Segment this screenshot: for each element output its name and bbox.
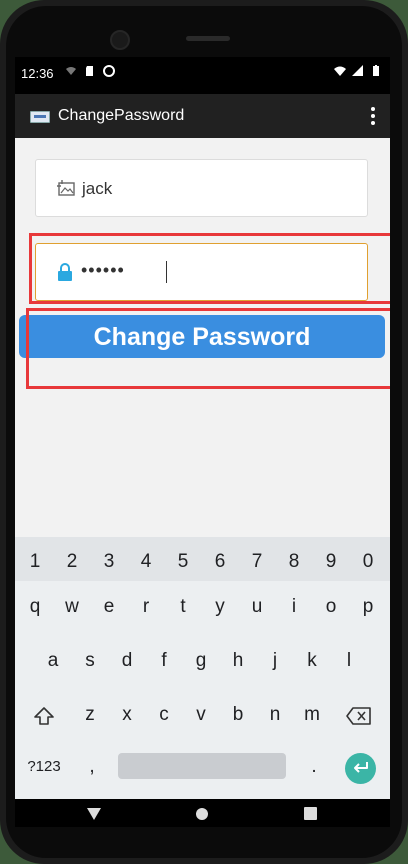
key-j[interactable]: j — [260, 650, 290, 672]
key-u[interactable]: u — [242, 596, 272, 618]
username-value: jack — [82, 179, 113, 198]
key-h[interactable]: h — [223, 650, 253, 672]
key-8[interactable]: 8 — [279, 551, 309, 573]
key-m[interactable]: m — [297, 704, 327, 726]
signal-icon — [352, 65, 363, 76]
enter-key[interactable] — [345, 753, 376, 784]
wifi-question-icon — [66, 67, 76, 75]
home-icon[interactable] — [195, 807, 209, 821]
speaker — [186, 36, 230, 41]
more-vert-icon[interactable] — [370, 105, 376, 127]
key-s[interactable]: s — [75, 650, 105, 672]
app-bar: ChangePassword — [15, 94, 390, 138]
key-9[interactable]: 9 — [316, 551, 346, 573]
key-t[interactable]: t — [168, 596, 198, 618]
status-notification-icons — [65, 65, 115, 77]
status-time: 12:36 — [21, 66, 54, 81]
key-q[interactable]: q — [20, 596, 50, 618]
key-g[interactable]: g — [186, 650, 216, 672]
key-z[interactable]: z — [75, 704, 105, 726]
wifi-icon — [334, 66, 346, 76]
key-b[interactable]: b — [223, 704, 253, 726]
back-icon[interactable] — [87, 808, 101, 820]
key-c[interactable]: c — [149, 704, 179, 726]
key-r[interactable]: r — [131, 596, 161, 618]
phone-frame: 12:36 ChangePassword jack •••••• Change … — [0, 0, 408, 864]
highlight-box-password — [29, 233, 390, 304]
key-v[interactable]: v — [186, 704, 216, 726]
sd-card-icon — [86, 66, 93, 76]
key-y[interactable]: y — [205, 596, 235, 618]
image-icon — [57, 180, 75, 196]
comma-key[interactable]: , — [77, 756, 107, 778]
key-2[interactable]: 2 — [57, 551, 87, 573]
battery-icon — [373, 65, 379, 76]
key-i[interactable]: i — [279, 596, 309, 618]
backspace-icon[interactable] — [346, 706, 372, 726]
app-title: ChangePassword — [58, 107, 185, 124]
key-5[interactable]: 5 — [168, 551, 198, 573]
screen: 12:36 ChangePassword jack •••••• Change … — [15, 57, 390, 827]
recents-icon[interactable] — [304, 807, 317, 820]
key-o[interactable]: o — [316, 596, 346, 618]
period-key[interactable]: . — [299, 756, 329, 778]
key-0[interactable]: 0 — [353, 551, 383, 573]
shift-icon[interactable] — [33, 705, 55, 727]
key-n[interactable]: n — [260, 704, 290, 726]
keyboard-number-row: 1 2 3 4 5 6 7 8 9 0 — [15, 537, 390, 581]
key-a[interactable]: a — [38, 650, 68, 672]
highlight-box-button — [26, 308, 390, 389]
spacebar[interactable] — [118, 753, 286, 779]
enter-icon — [353, 762, 368, 773]
key-1[interactable]: 1 — [20, 551, 50, 573]
key-4[interactable]: 4 — [131, 551, 161, 573]
key-d[interactable]: d — [112, 650, 142, 672]
status-bar: 12:36 — [15, 57, 390, 94]
symbols-key[interactable]: ?123 — [23, 758, 65, 775]
sync-icon — [103, 65, 115, 77]
soft-keyboard: 1 2 3 4 5 6 7 8 9 0 q w e r t y u i o p … — [15, 537, 390, 799]
status-system-icons — [334, 65, 382, 77]
key-6[interactable]: 6 — [205, 551, 235, 573]
key-k[interactable]: k — [297, 650, 327, 672]
key-7[interactable]: 7 — [242, 551, 272, 573]
key-p[interactable]: p — [353, 596, 383, 618]
username-field[interactable]: jack — [35, 159, 368, 217]
key-w[interactable]: w — [57, 596, 87, 618]
key-x[interactable]: x — [112, 704, 142, 726]
key-e[interactable]: e — [94, 596, 124, 618]
key-3[interactable]: 3 — [94, 551, 124, 573]
navigation-bar — [15, 799, 390, 827]
key-l[interactable]: l — [334, 650, 364, 672]
key-f[interactable]: f — [149, 650, 179, 672]
camera-icon — [110, 30, 130, 50]
app-icon — [30, 111, 50, 123]
